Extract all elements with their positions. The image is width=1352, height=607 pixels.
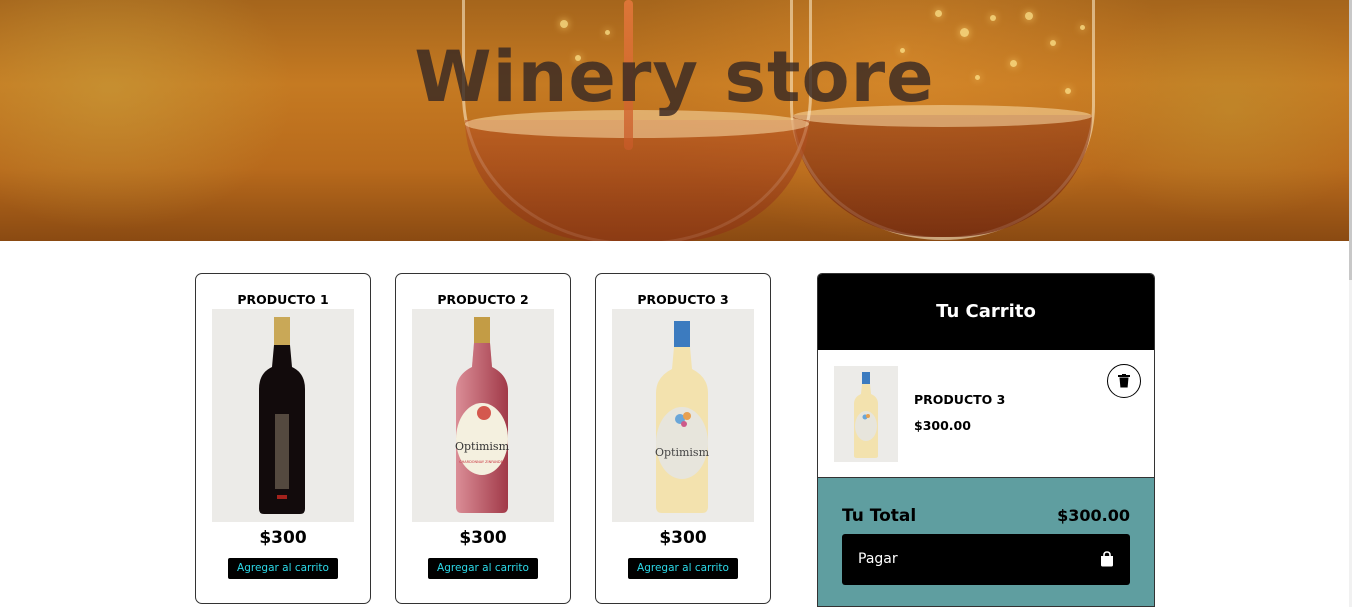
- cart-item-price: $300.00: [914, 418, 971, 433]
- hero-title: Winery store: [414, 36, 935, 118]
- product-image: Optimism CHARDONNAY ZINFANDEL: [412, 309, 554, 522]
- product-image: [212, 309, 354, 522]
- cart-item: PRODUCTO 3 $300.00: [818, 350, 1154, 478]
- cart-item-image: [834, 366, 898, 462]
- product-price: $300: [459, 528, 507, 548]
- remove-item-button[interactable]: [1107, 364, 1141, 398]
- cart-title: Tu Carrito: [818, 274, 1154, 350]
- rose-wine-bottle-image: Optimism CHARDONNAY ZINFANDEL: [455, 317, 510, 513]
- bottle-label-text: Optimism: [655, 446, 710, 459]
- white-wine-bottle-image: Optimism: [655, 321, 710, 513]
- add-to-cart-button[interactable]: Agregar al carrito: [228, 558, 338, 579]
- product-price: $300: [259, 528, 307, 548]
- dark-red-wine-bottle-image: [259, 317, 305, 514]
- product-image: Optimism: [612, 309, 754, 522]
- add-to-cart-button[interactable]: Agregar al carrito: [428, 558, 538, 579]
- product-title: PRODUCTO 2: [437, 292, 529, 307]
- cart-footer: Tu Total $300.00 Pagar: [818, 478, 1154, 606]
- cart-item-name: PRODUCTO 3: [914, 392, 1006, 407]
- add-to-cart-button[interactable]: Agregar al carrito: [628, 558, 738, 579]
- total-label: Tu Total: [842, 506, 917, 526]
- hero-banner: Winery store: [0, 0, 1349, 241]
- pay-button[interactable]: Pagar: [842, 534, 1130, 585]
- bottle-label-subtext: CHARDONNAY ZINFANDEL: [459, 460, 505, 464]
- product-price: $300: [659, 528, 707, 548]
- white-wine-bottle-thumbnail: [854, 372, 878, 458]
- trash-icon: [1118, 374, 1130, 388]
- product-title: PRODUCTO 1: [237, 292, 329, 307]
- product-card-1: PRODUCTO 1 $300 Agregar al carrito: [195, 273, 371, 604]
- shopping-bag-icon: [1101, 551, 1113, 567]
- product-card-3: PRODUCTO 3 Optimism $300 Agregar al carr…: [595, 273, 771, 604]
- total-value: $300.00: [1057, 506, 1130, 525]
- product-card-2: PRODUCTO 2 Optimism CHARDONNAY ZINFANDEL…: [395, 273, 571, 604]
- product-title: PRODUCTO 3: [637, 292, 729, 307]
- bottle-label-text: Optimism: [455, 440, 510, 453]
- pay-button-label: Pagar: [858, 551, 898, 567]
- shopping-cart: Tu Carrito PRODUCTO 3 $300.00 Tu Total $…: [817, 273, 1155, 607]
